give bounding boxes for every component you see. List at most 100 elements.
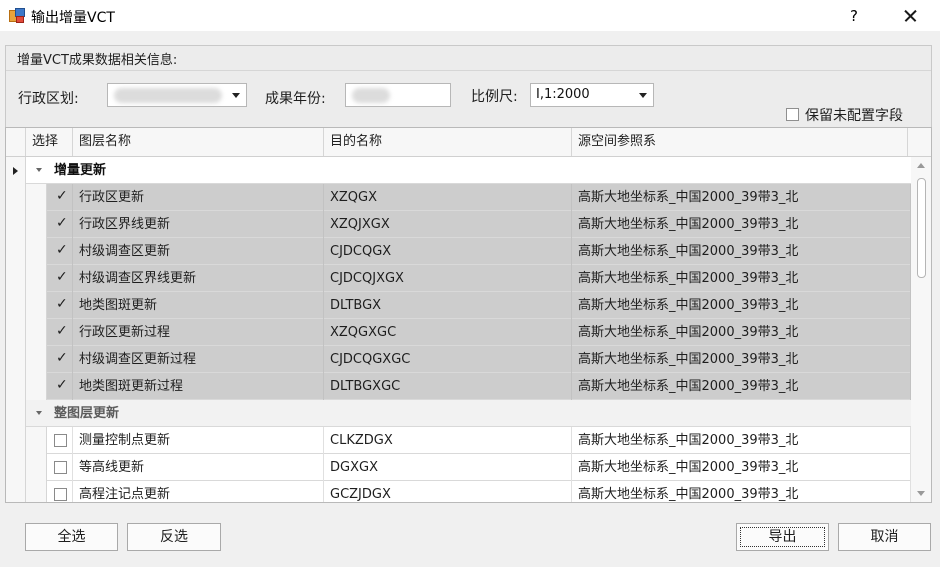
row-checkbox[interactable] — [54, 461, 67, 474]
layer-name-cell[interactable]: 高程注记点更新 — [73, 481, 324, 502]
table-row[interactable]: ✓ 行政区更新过程 XZQGXGC 高斯大地坐标系_中国2000_39带3_北 — [6, 319, 911, 346]
layer-name-cell[interactable]: 行政区更新 — [73, 184, 324, 211]
table-row[interactable]: ✓ 村级调查区更新过程 CJDCQGXGC 高斯大地坐标系_中国2000_39带3_北 — [6, 346, 911, 373]
target-name-cell[interactable]: CJDCQGX — [324, 238, 572, 265]
row-checkbox[interactable]: ✓ — [54, 188, 68, 204]
row-checkbox[interactable]: ✓ — [54, 242, 68, 258]
select-cell[interactable]: ✓ — [47, 238, 73, 265]
table-row[interactable]: ✓ 行政区更新 XZQGX 高斯大地坐标系_中国2000_39带3_北 — [6, 184, 911, 211]
target-name-cell[interactable]: CJDCQGXGC — [324, 346, 572, 373]
scroll-down-icon[interactable] — [917, 491, 925, 496]
column-header-select[interactable]: 选择 — [26, 128, 73, 156]
group-row[interactable]: 增量更新 — [6, 157, 911, 184]
layer-name-cell[interactable]: 地类图斑更新过程 — [73, 373, 324, 400]
target-name-cell[interactable]: XZQJXGX — [324, 211, 572, 238]
layer-name-cell[interactable]: 村级调查区更新 — [73, 238, 324, 265]
srs-cell[interactable]: 高斯大地坐标系_中国2000_39带3_北 — [572, 184, 911, 211]
row-checkbox[interactable]: ✓ — [54, 350, 68, 366]
group-row[interactable]: 整图层更新 — [6, 400, 911, 427]
table-row[interactable]: ✓ 村级调查区界线更新 CJDCQJXGX 高斯大地坐标系_中国2000_39带3_北 — [6, 265, 911, 292]
layer-name-cell[interactable]: 地类图斑更新 — [73, 292, 324, 319]
row-indent — [26, 373, 47, 400]
target-name-cell[interactable]: CJDCQJXGX — [324, 265, 572, 292]
scroll-up-icon[interactable] — [917, 163, 925, 168]
layer-name-cell[interactable]: 村级调查区更新过程 — [73, 346, 324, 373]
table-row[interactable]: 高程注记点更新 GCZJDGX 高斯大地坐标系_中国2000_39带3_北 — [6, 481, 911, 502]
region-label: 行政区划: — [18, 91, 79, 107]
row-checkbox[interactable]: ✓ — [54, 323, 68, 339]
select-cell[interactable] — [47, 481, 73, 502]
target-name-cell[interactable]: XZQGXGC — [324, 319, 572, 346]
column-header-srs[interactable]: 源空间参照系 — [572, 128, 908, 156]
chevron-down-icon[interactable] — [232, 93, 240, 98]
table-row[interactable]: 等高线更新 DGXGX 高斯大地坐标系_中国2000_39带3_北 — [6, 454, 911, 481]
target-name-cell[interactable]: GCZJDGX — [324, 481, 572, 502]
layer-name-cell[interactable]: 行政区更新过程 — [73, 319, 324, 346]
year-input[interactable] — [345, 83, 451, 107]
target-name-cell[interactable]: DGXGX — [324, 454, 572, 481]
row-indent — [26, 481, 47, 502]
select-cell[interactable]: ✓ — [47, 319, 73, 346]
group-title: 增量VCT成果数据相关信息: — [17, 53, 178, 68]
srs-cell[interactable]: 高斯大地坐标系_中国2000_39带3_北 — [572, 238, 911, 265]
layer-name-cell[interactable]: 行政区界线更新 — [73, 211, 324, 238]
table-row[interactable]: 测量控制点更新 CLKZDGX 高斯大地坐标系_中国2000_39带3_北 — [6, 427, 911, 454]
column-header-target[interactable]: 目的名称 — [324, 128, 572, 156]
scale-combo[interactable]: I,1:2000 — [530, 83, 654, 107]
srs-cell[interactable]: 高斯大地坐标系_中国2000_39带3_北 — [572, 454, 911, 481]
target-name-cell[interactable]: CLKZDGX — [324, 427, 572, 454]
srs-cell[interactable]: 高斯大地坐标系_中国2000_39带3_北 — [572, 292, 911, 319]
layer-name-cell[interactable]: 测量控制点更新 — [73, 427, 324, 454]
invert-selection-button[interactable]: 反选 — [127, 523, 221, 551]
cancel-button[interactable]: 取消 — [838, 523, 931, 551]
table-row[interactable]: ✓ 地类图斑更新 DLTBGX 高斯大地坐标系_中国2000_39带3_北 — [6, 292, 911, 319]
select-cell[interactable]: ✓ — [47, 211, 73, 238]
select-cell[interactable] — [47, 427, 73, 454]
year-label: 成果年份: — [265, 91, 326, 107]
table-row[interactable]: ✓ 地类图斑更新过程 DLTBGXGC 高斯大地坐标系_中国2000_39带3_北 — [6, 373, 911, 400]
row-indent — [26, 211, 47, 238]
select-cell[interactable]: ✓ — [47, 265, 73, 292]
select-cell[interactable]: ✓ — [47, 184, 73, 211]
srs-cell[interactable]: 高斯大地坐标系_中国2000_39带3_北 — [572, 427, 911, 454]
row-checkbox[interactable] — [54, 488, 67, 501]
collapse-chevron-icon[interactable] — [36, 168, 42, 172]
check-icon: ✓ — [56, 377, 68, 393]
srs-cell[interactable]: 高斯大地坐标系_中国2000_39带3_北 — [572, 265, 911, 292]
srs-cell[interactable]: 高斯大地坐标系_中国2000_39带3_北 — [572, 319, 911, 346]
column-header-layer[interactable]: 图层名称 — [73, 128, 324, 156]
row-checkbox[interactable]: ✓ — [54, 269, 68, 285]
table-row[interactable]: ✓ 村级调查区更新 CJDCQGX 高斯大地坐标系_中国2000_39带3_北 — [6, 238, 911, 265]
select-cell[interactable]: ✓ — [47, 373, 73, 400]
row-checkbox[interactable] — [54, 434, 67, 447]
keep-unconfigured-label[interactable]: 保留未配置字段 — [805, 105, 903, 125]
row-checkbox[interactable]: ✓ — [54, 377, 68, 393]
table-row[interactable]: ✓ 行政区界线更新 XZQJXGX 高斯大地坐标系_中国2000_39带3_北 — [6, 211, 911, 238]
target-name-cell[interactable]: DLTBGX — [324, 292, 572, 319]
srs-cell[interactable]: 高斯大地坐标系_中国2000_39带3_北 — [572, 481, 911, 502]
row-checkbox[interactable]: ✓ — [54, 296, 68, 312]
layer-name-cell[interactable]: 等高线更新 — [73, 454, 324, 481]
collapse-chevron-icon[interactable] — [36, 411, 42, 415]
scale-label: 比例尺: — [471, 89, 518, 105]
vertical-scrollbar[interactable] — [911, 157, 931, 502]
keep-unconfigured-checkbox[interactable] — [786, 108, 799, 121]
close-icon[interactable] — [895, 4, 925, 28]
row-checkbox[interactable]: ✓ — [54, 215, 68, 231]
srs-cell[interactable]: 高斯大地坐标系_中国2000_39带3_北 — [572, 346, 911, 373]
select-all-button[interactable]: 全选 — [25, 523, 118, 551]
chevron-down-icon[interactable] — [639, 93, 647, 98]
srs-cell[interactable]: 高斯大地坐标系_中国2000_39带3_北 — [572, 373, 911, 400]
select-cell[interactable]: ✓ — [47, 292, 73, 319]
region-combo[interactable] — [107, 83, 247, 107]
export-button[interactable]: 导出 — [736, 523, 829, 551]
srs-cell[interactable]: 高斯大地坐标系_中国2000_39带3_北 — [572, 211, 911, 238]
select-cell[interactable] — [47, 454, 73, 481]
target-name-cell[interactable]: XZQGX — [324, 184, 572, 211]
select-cell[interactable]: ✓ — [47, 346, 73, 373]
help-button[interactable]: ? — [842, 4, 866, 28]
layer-name-cell[interactable]: 村级调查区界线更新 — [73, 265, 324, 292]
group-divider — [6, 70, 931, 71]
scroll-thumb[interactable] — [917, 178, 926, 278]
target-name-cell[interactable]: DLTBGXGC — [324, 373, 572, 400]
